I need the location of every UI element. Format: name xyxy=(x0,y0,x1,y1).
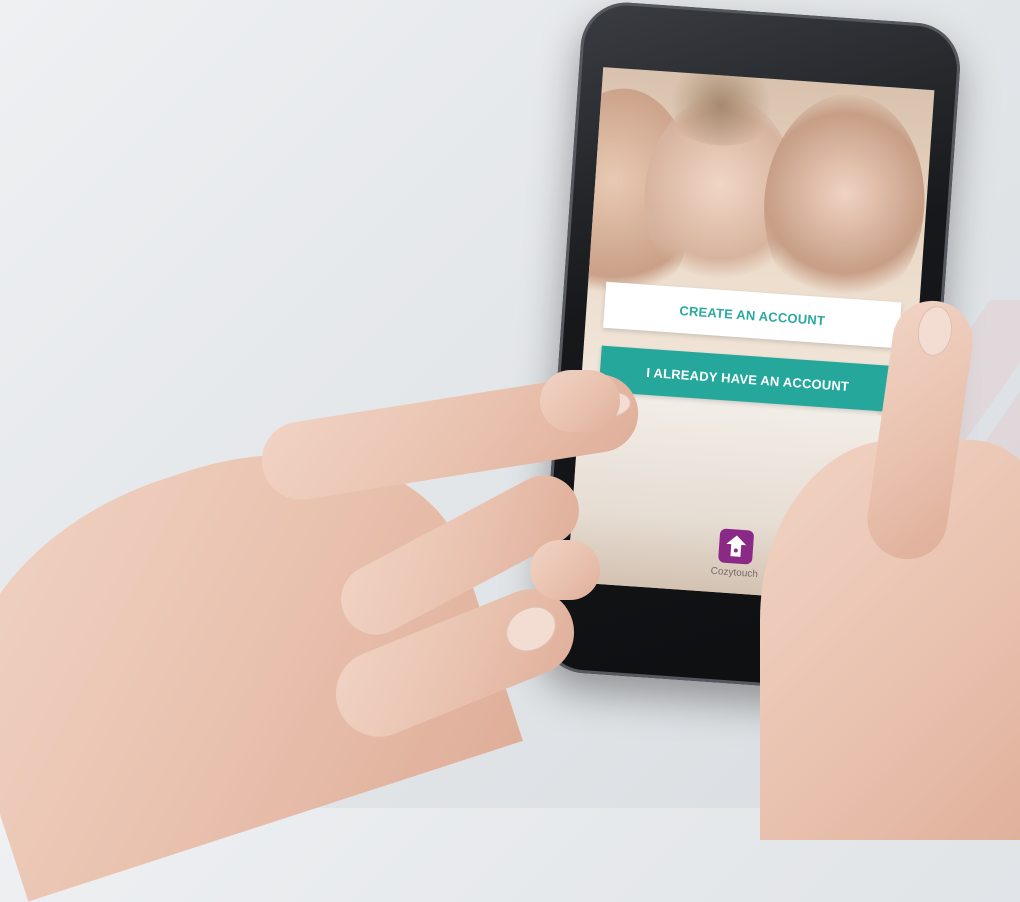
photo-adult-right xyxy=(756,88,932,320)
scene: CREATE AN ACCOUNT I ALREADY HAVE AN ACCO… xyxy=(0,0,1020,902)
right-hand-finger-lower xyxy=(530,540,600,600)
house-arrow-icon xyxy=(717,528,755,565)
app-logo: Cozytouch xyxy=(710,528,761,580)
right-hand-finger-left xyxy=(540,370,620,432)
